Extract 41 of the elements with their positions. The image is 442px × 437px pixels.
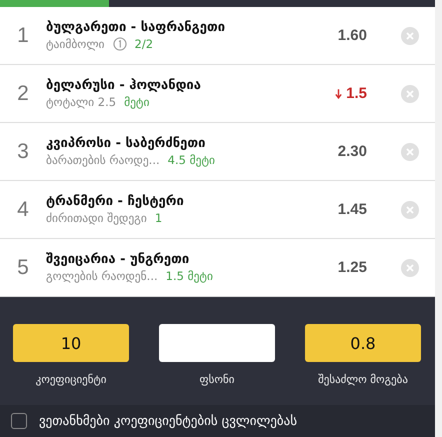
bet-number: 5: [16, 256, 30, 280]
scrollbar[interactable]: [435, 0, 442, 437]
odds-value: 1.25: [338, 259, 367, 276]
match-title: ტრანმერი - ჩესტერი: [46, 194, 185, 209]
odds-value: 1.45: [338, 201, 367, 218]
close-icon[interactable]: [401, 258, 419, 276]
bet-number: 3: [16, 140, 30, 164]
market-label: ბარათების რაოდე...: [46, 153, 160, 167]
match-title: კვიპროსი - საბერძნეთი: [46, 136, 206, 151]
pick-label: 1.5 მეტი: [166, 269, 213, 283]
pick-label: 4.5 მეტი: [168, 153, 215, 167]
pick-label: 2/2: [134, 37, 154, 51]
match-title: ბელარუსი - ჰოლანდია: [46, 78, 202, 93]
market-label: ტოტალი 2.5: [46, 95, 116, 109]
field-label: კოეფიციენტი: [36, 373, 106, 386]
odds-value: 2.30: [338, 143, 367, 160]
match-title: ბულგარეთი - საფრანგეთი: [46, 20, 226, 35]
market-label: ძირითადი შედეგი: [46, 211, 147, 225]
agree-checkbox[interactable]: [11, 413, 27, 429]
agree-label: ვეთანხმები კოეფიციენტების ცვლილებას: [39, 414, 298, 428]
down-arrow-icon: [335, 88, 342, 98]
match-title: შვეიცარია - უნგრეთი: [46, 252, 190, 267]
close-icon[interactable]: [401, 142, 419, 160]
close-icon[interactable]: [401, 200, 419, 218]
bet-number: 4: [16, 198, 30, 222]
bet-number: 1: [16, 24, 30, 48]
odds-value: 1.5: [346, 85, 367, 102]
value-display: 10: [13, 324, 129, 362]
value-display: 0.8: [305, 324, 421, 362]
info-icon[interactable]: [112, 37, 127, 51]
market-label: გოლების რაოდენ...: [46, 269, 158, 283]
close-icon[interactable]: [401, 26, 419, 44]
bet-number: 2: [16, 82, 30, 106]
field-label: ფსონი: [200, 373, 234, 386]
close-icon[interactable]: [401, 84, 419, 102]
field-label: შესაძლო მოგება: [318, 373, 408, 386]
market-label: ტაიმბოლი: [46, 37, 105, 51]
pick-label: მეტი: [124, 95, 150, 109]
stake-field[interactable]: [159, 324, 275, 362]
pick-label: 1: [154, 211, 162, 225]
odds-value: 1.60: [338, 27, 367, 44]
